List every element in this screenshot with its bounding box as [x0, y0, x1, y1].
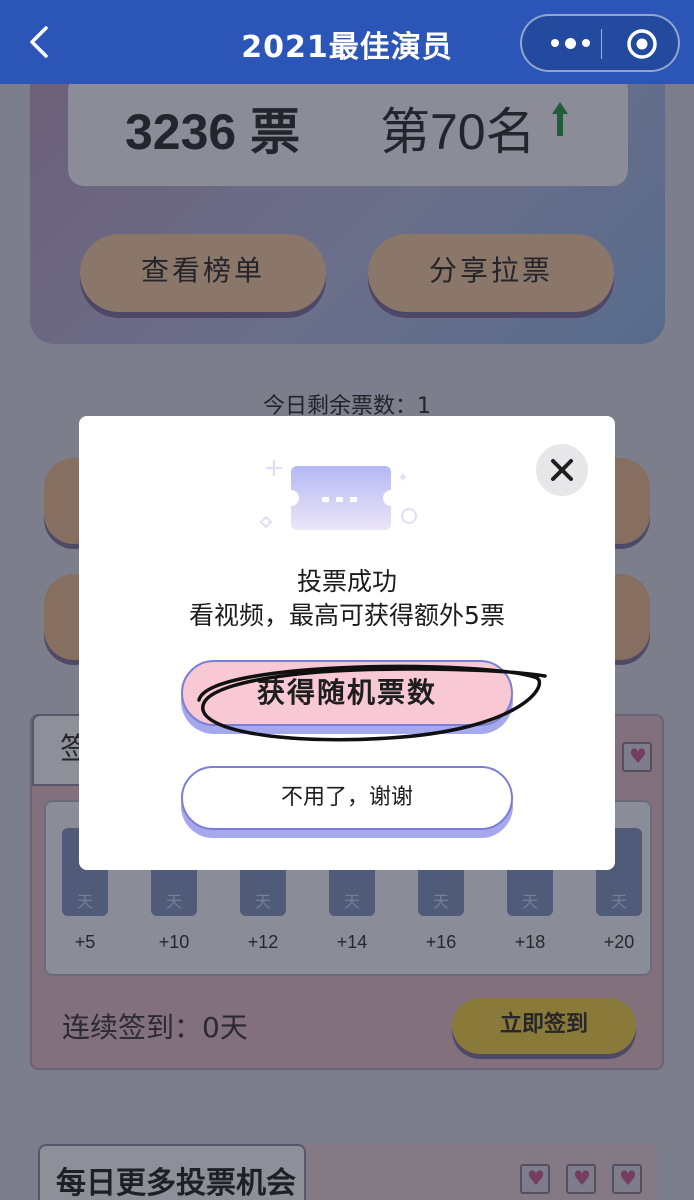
day-reward: +18	[514, 932, 546, 952]
ticket-icon: + ✦	[259, 453, 417, 530]
decline-button[interactable]: 不用了，谢谢	[181, 766, 513, 830]
mini-program-capsule	[520, 14, 680, 72]
heart-icon	[566, 1164, 596, 1194]
rank-label: 第70名	[380, 104, 536, 160]
close-button[interactable]	[536, 444, 588, 496]
get-random-votes-button[interactable]: 获得随机票数	[181, 660, 513, 726]
more-chances-title: 每日更多投票机会	[38, 1144, 306, 1200]
day-reward: +14	[336, 932, 368, 952]
score-box: 3236 票 第70名	[68, 84, 628, 186]
success-message: 投票成功	[296, 567, 397, 596]
close-icon	[551, 459, 573, 481]
view-ranklist-button[interactable]: 查看榜单	[80, 234, 326, 312]
day-reward: +12	[247, 932, 279, 952]
heart-icon	[622, 742, 652, 772]
top-navbar: 2021最佳演员	[0, 0, 694, 84]
arrow-up-icon	[552, 102, 568, 136]
svg-text:✦: ✦	[397, 470, 409, 486]
heart-icon	[520, 1164, 550, 1194]
day-reward: +5	[74, 932, 96, 952]
signin-streak: 连续签到：0天	[62, 1011, 248, 1044]
vote-count: 3236 票	[125, 104, 301, 160]
day-reward: +10	[158, 932, 190, 952]
more-dots-icon[interactable]	[542, 28, 598, 58]
share-vote-button[interactable]: 分享拉票	[368, 234, 614, 312]
day-reward: +16	[425, 932, 457, 952]
bonus-message: 看视频，最高可获得额外5票	[189, 601, 505, 630]
target-circle-icon[interactable]	[625, 27, 659, 61]
vote-success-dialog: + ✦ 投票成功 看视频，最高可获得额外5票 获得随机票数 不用了，谢谢	[79, 416, 615, 870]
more-chances-panel: 每日更多投票机会	[38, 1144, 658, 1200]
capsule-divider	[601, 29, 602, 59]
heart-icon	[612, 1164, 642, 1194]
svg-text:+: +	[263, 453, 285, 483]
signin-button[interactable]: 立即签到	[452, 998, 636, 1054]
day-reward: +20	[603, 932, 635, 952]
